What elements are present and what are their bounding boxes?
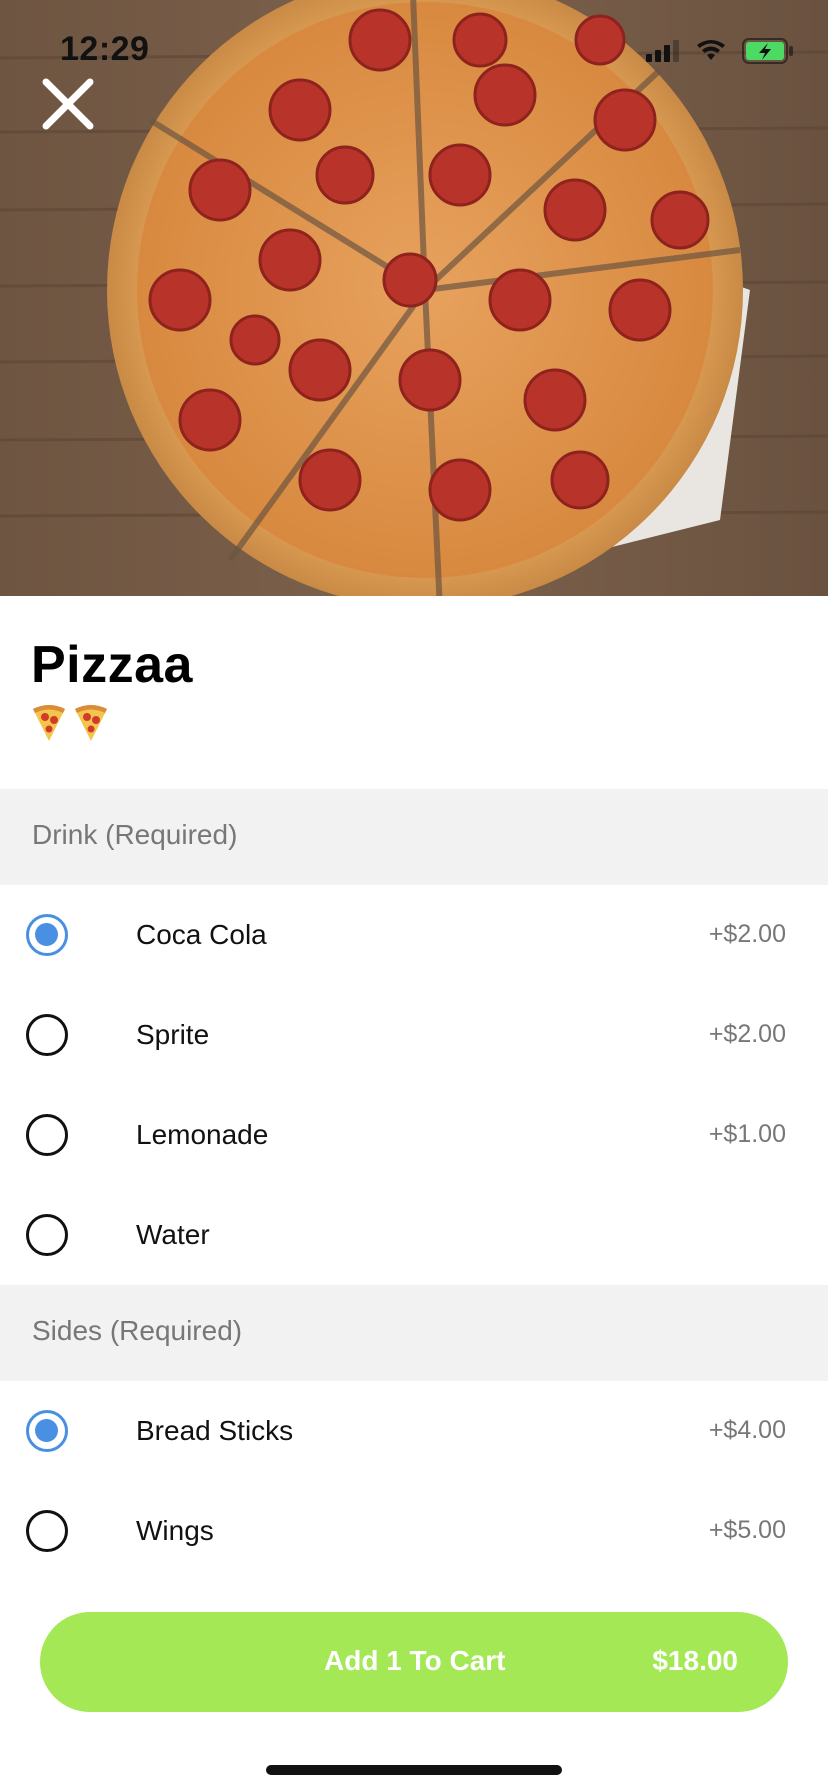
close-icon — [42, 78, 94, 130]
section-header-label: Sides (Required) — [32, 1315, 243, 1346]
wifi-icon — [697, 40, 725, 60]
radio-unselected[interactable] — [26, 1510, 68, 1552]
option-label: Coca Cola — [136, 919, 267, 950]
radio-selected[interactable] — [26, 914, 68, 956]
cart-total-price: $18.00 — [652, 1645, 738, 1676]
option-label: Bread Sticks — [136, 1415, 294, 1446]
option-price: +$2.00 — [708, 920, 786, 948]
status-bar: 12:29 — [0, 0, 828, 100]
option-price: +$5.00 — [708, 1516, 786, 1544]
status-icons — [646, 38, 794, 64]
pizza-slice-icon — [75, 705, 107, 741]
option-sprite[interactable]: Sprite +$2.00 — [0, 985, 828, 1085]
option-label: Lemonade — [136, 1119, 269, 1150]
option-label: Wings — [136, 1515, 214, 1546]
pizza-slice-icon — [33, 705, 65, 741]
radio-selected[interactable] — [26, 1410, 68, 1452]
signal-icon — [646, 40, 679, 62]
option-bread-sticks[interactable]: Bread Sticks +$4.00 — [0, 1381, 828, 1481]
option-price: +$1.00 — [708, 1120, 786, 1148]
status-time: 12:29 — [60, 30, 150, 68]
item-title: Pizzaa — [31, 636, 193, 694]
home-indicator[interactable] — [266, 1765, 562, 1775]
section-header-sides: Sides (Required) — [0, 1285, 828, 1381]
option-label: Water — [136, 1219, 210, 1250]
radio-unselected[interactable] — [26, 1014, 68, 1056]
radio-unselected[interactable] — [26, 1214, 68, 1256]
battery-charging-icon — [742, 38, 793, 64]
option-label: Sprite — [136, 1019, 210, 1050]
add-to-cart-label: Add 1 To Cart — [324, 1645, 506, 1676]
close-button[interactable] — [36, 72, 100, 136]
option-coca-cola[interactable]: Coca Cola +$2.00 — [0, 885, 828, 985]
option-price: +$4.00 — [708, 1416, 786, 1444]
item-description — [31, 703, 109, 743]
section-header-label: Drink (Required) — [32, 819, 238, 850]
option-wings[interactable]: Wings +$5.00 — [0, 1481, 828, 1581]
option-water[interactable]: Water — [0, 1185, 828, 1285]
radio-unselected[interactable] — [26, 1114, 68, 1156]
option-lemonade[interactable]: Lemonade +$1.00 — [0, 1085, 828, 1185]
section-header-drink: Drink (Required) — [0, 789, 828, 885]
option-price: +$2.00 — [708, 1020, 786, 1048]
add-to-cart-button[interactable]: Add 1 To Cart $18.00 — [40, 1612, 788, 1712]
